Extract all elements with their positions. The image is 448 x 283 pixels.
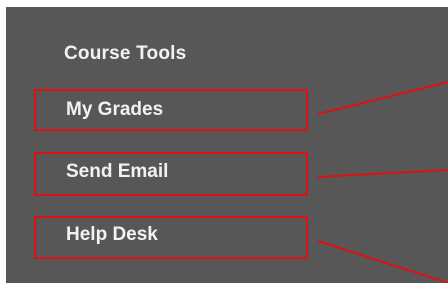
help-desk-link[interactable]: Help Desk <box>34 216 308 259</box>
my-grades-link[interactable]: My Grades <box>34 89 308 131</box>
course-tools-heading: Course Tools <box>64 43 187 64</box>
help-desk-label: Help Desk <box>66 224 158 245</box>
send-email-label: Send Email <box>66 161 169 182</box>
my-grades-label: My Grades <box>66 99 164 120</box>
screenshot-canvas: Course Tools My Grades Send Email Help D… <box>0 0 448 283</box>
send-email-link[interactable]: Send Email <box>34 152 308 196</box>
